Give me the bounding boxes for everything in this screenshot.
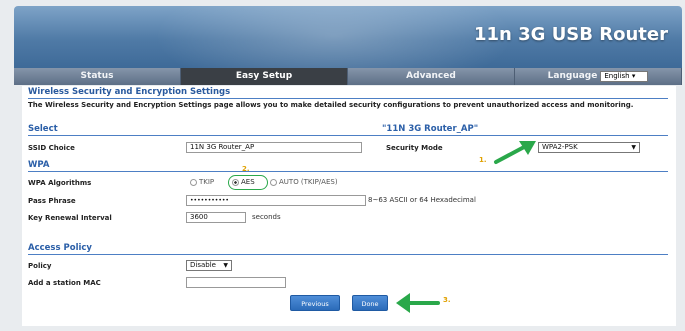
station-mac-input[interactable] [186,277,286,288]
access-policy-title: Access Policy [28,243,92,253]
banner-decoration [154,6,514,68]
access-policy-divider [28,254,668,255]
page-description: The Wireless Security and Encryption Set… [28,101,634,109]
tab-advanced[interactable]: Advanced [348,68,515,85]
radio-tkip-label: TKIP [199,178,215,186]
language-label: Language [547,71,598,81]
key-renewal-label: Key Renewal Interval [28,214,112,222]
ssid-display: "11N 3G Router_AP" [382,124,479,134]
key-renewal-unit: seconds [252,213,281,221]
page-heading: Wireless Security and Encryption Setting… [28,87,231,97]
radio-tkip[interactable]: TKIP [190,178,214,186]
radio-auto[interactable]: AUTO (TKIP/AES) [270,178,338,186]
policy-value: Disable [190,261,216,269]
heading-divider [28,98,668,99]
radio-aes[interactable]: AES [232,178,255,186]
language-select-value: English [604,72,630,80]
wpa-algorithms-label: WPA Algorithms [28,179,92,187]
step-3-arrow-icon [396,293,440,313]
pass-phrase-label: Pass Phrase [28,197,76,205]
wpa-divider [28,171,668,172]
language-select[interactable]: English ▾ [600,71,649,82]
station-mac-label: Add a station MAC [28,279,101,287]
security-mode-select[interactable]: WPA2-PSK ▼ [538,142,640,153]
radio-aes-circle [232,178,239,186]
radio-auto-circle [270,178,277,186]
security-mode-label: Security Mode [386,144,443,152]
done-button[interactable]: Done [352,295,388,311]
step-2-label: 2. [242,165,250,173]
select-section-title: Select [28,124,58,134]
ssid-label: SSID Choice [28,144,75,152]
pass-phrase-input[interactable]: ••••••••••• [186,195,366,206]
policy-label: Policy [28,262,52,270]
wpa-section-title: WPA [28,160,50,170]
security-mode-value: WPA2-PSK [542,143,578,151]
ssid-select[interactable]: 11N 3G Router_AP [186,142,362,153]
pass-phrase-hint: 8~63 ASCII or 64 Hexadecimal [368,196,476,204]
router-admin-page: 11n 3G USB Router Status Easy Setup Adva… [0,0,685,331]
policy-select[interactable]: Disable ▼ [186,260,232,271]
previous-button[interactable]: Previous [290,295,340,311]
radio-aes-label: AES [241,178,255,186]
select-divider [28,135,668,136]
step-1-label: 1. [479,156,487,164]
radio-tkip-circle [190,178,197,186]
tab-language: Language English ▾ [515,68,682,85]
tab-easy-setup[interactable]: Easy Setup [181,68,348,85]
main-tabs: Status Easy Setup Advanced Language Engl… [14,68,682,85]
step-3-label: 3. [443,296,451,304]
step-1-arrow-icon [494,141,536,164]
settings-panel: Wireless Security and Encryption Setting… [22,86,676,326]
key-renewal-input[interactable]: 3600 [186,212,246,223]
tab-status[interactable]: Status [14,68,181,85]
radio-auto-label: AUTO (TKIP/AES) [279,178,338,186]
router-title: 11n 3G USB Router [474,24,668,45]
header-banner: 11n 3G USB Router [14,6,682,68]
